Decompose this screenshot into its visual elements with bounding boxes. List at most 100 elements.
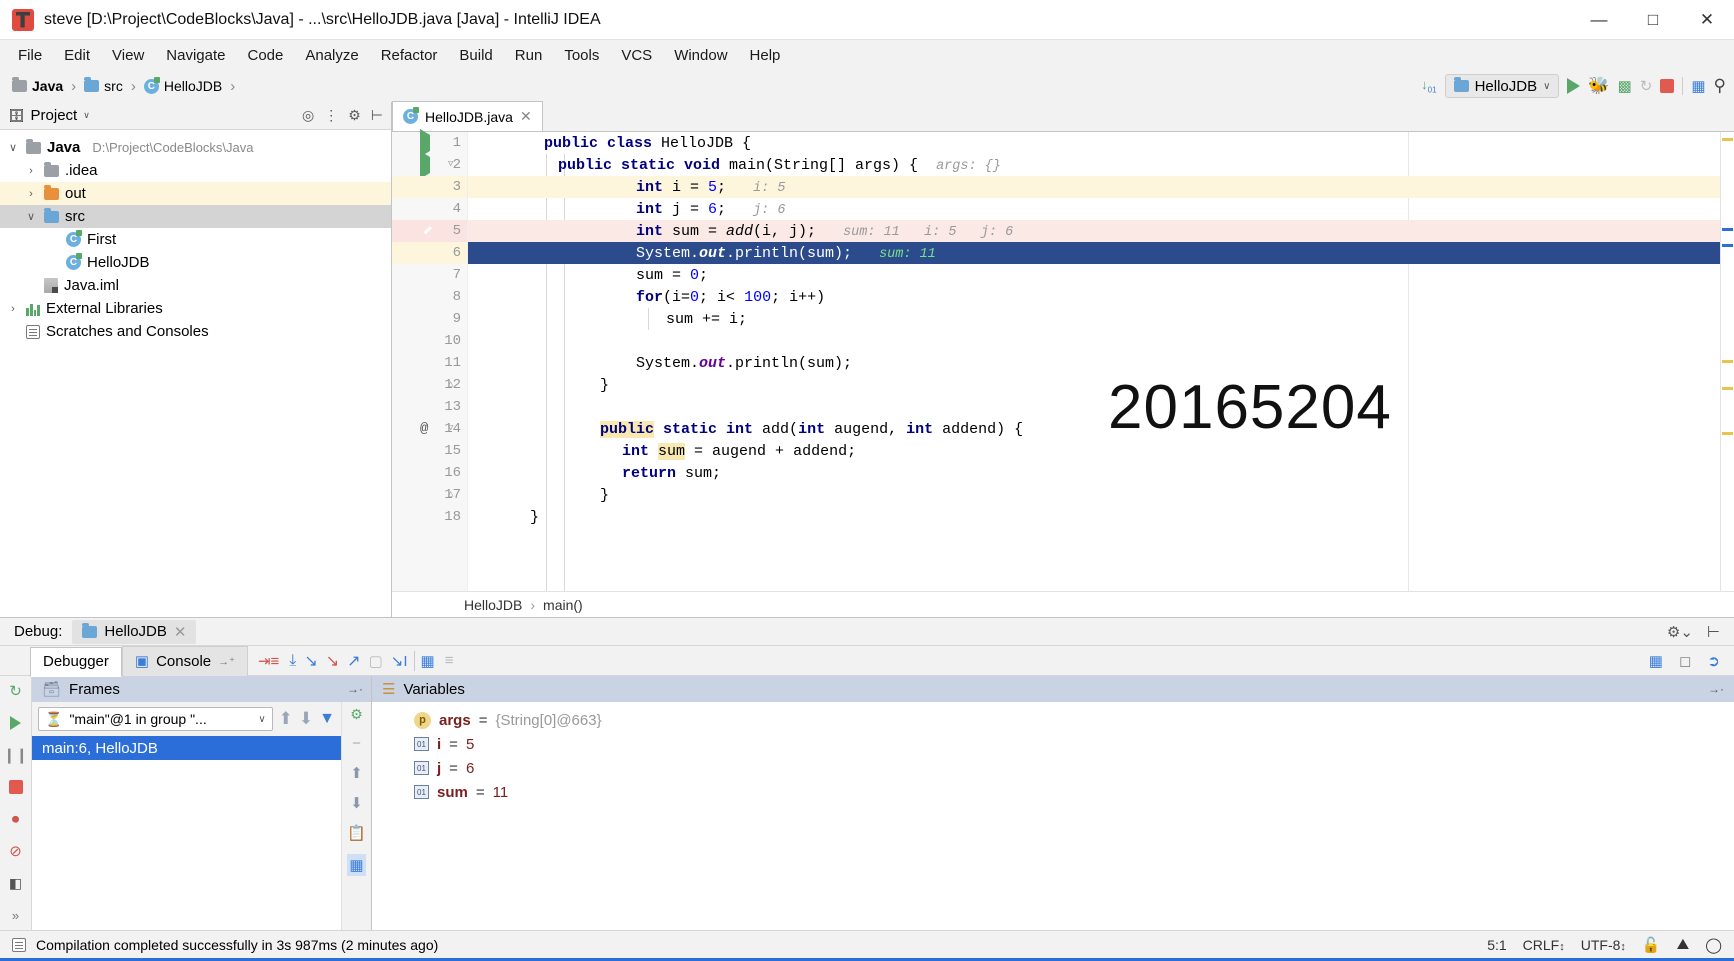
hide-icon[interactable]: ⊢	[371, 107, 383, 124]
gutter-line[interactable]: 3	[392, 176, 467, 198]
error-stripe-bar[interactable]	[1720, 132, 1734, 591]
close-icon[interactable]: ✕	[520, 108, 532, 125]
editor-tab-hellojdb[interactable]: C HelloJDB.java ✕	[392, 101, 543, 131]
event-log-icon[interactable]	[12, 937, 26, 952]
stripe-warning-mark[interactable]	[1722, 432, 1733, 435]
force-step-into-icon[interactable]: ↘	[326, 651, 339, 671]
maximize-button[interactable]: □	[1626, 0, 1680, 40]
gutter-line[interactable]: 6	[392, 242, 467, 264]
frame-row[interactable]: main:6, HelloJDB	[32, 736, 341, 760]
code-text-area[interactable]: public class HelloJDB { public static vo…	[468, 132, 1720, 591]
run-coverage-icon[interactable]: ▩	[1618, 77, 1632, 95]
pin-icon[interactable]: →·	[347, 682, 371, 696]
frame-up-icon[interactable]: ⬆	[279, 709, 293, 729]
customize-threads-icon[interactable]: ⚙	[350, 706, 363, 723]
breadcrumb-method[interactable]: main()	[543, 597, 583, 613]
menu-refactor[interactable]: Refactor	[371, 43, 448, 68]
code-line-12[interactable]: }	[468, 374, 1720, 396]
code-line-4[interactable]: int j = 6; j: 6	[468, 198, 1720, 220]
up-icon[interactable]: ⬆	[350, 764, 363, 782]
breadcrumb-src[interactable]: src	[80, 76, 127, 96]
code-line-5[interactable]: int sum = add(i, j); sum: 11 i: 5 j: 6	[468, 220, 1720, 242]
code-line-7[interactable]: sum = 0;	[468, 264, 1720, 286]
gutter-line[interactable]: 13	[392, 396, 467, 418]
resume-icon[interactable]	[5, 714, 27, 732]
menu-file[interactable]: File	[8, 43, 52, 68]
variable-row-sum[interactable]: 01 sum = 11	[372, 780, 1734, 804]
menu-help[interactable]: Help	[740, 43, 791, 68]
code-line-14[interactable]: public static int add(int augend, int ad…	[468, 418, 1720, 440]
code-line-2[interactable]: public static void main(String[] args) {…	[468, 154, 1720, 176]
fold-up-icon[interactable]: △	[448, 489, 460, 501]
tree-item-external-libraries[interactable]: › External Libraries	[0, 297, 391, 320]
menu-view[interactable]: View	[102, 43, 154, 68]
gutter-line[interactable]: 16	[392, 462, 467, 484]
gutter-line[interactable]: △ 12	[392, 374, 467, 396]
stop-icon[interactable]	[5, 778, 27, 796]
sort-numeric-icon[interactable]: ↓01	[1421, 77, 1436, 95]
editor-gutter[interactable]: 1 ▽ 2 3 4 5 6 7 8 9 10 11 △ 12 13 @ ▽ 14 15 …	[392, 129, 468, 591]
run-configuration-selector[interactable]: HelloJDB ∨	[1444, 74, 1560, 98]
menu-vcs[interactable]: VCS	[611, 43, 662, 68]
down-icon[interactable]: ⬇	[350, 794, 363, 812]
menu-build[interactable]: Build	[449, 43, 502, 68]
gutter-line[interactable]: 5	[392, 220, 467, 242]
caret-position[interactable]: 5:1	[1487, 937, 1506, 953]
fold-minus-icon[interactable]: ▽	[448, 159, 460, 171]
code-line-9[interactable]: sum += i;	[468, 308, 1720, 330]
lock-icon[interactable]: 🔓	[1642, 936, 1661, 954]
run-icon[interactable]	[420, 151, 430, 179]
variable-row-i[interactable]: 01 i = 5	[372, 732, 1734, 756]
twisty-icon[interactable]: ∨	[24, 210, 38, 223]
view-breakpoints-icon[interactable]: ⏺	[5, 810, 27, 828]
stripe-warning-mark[interactable]	[1722, 387, 1733, 390]
hide-icon[interactable]: →·	[1708, 682, 1734, 696]
step-out-icon[interactable]: ↗	[347, 651, 360, 671]
tree-item-idea[interactable]: › .idea	[0, 159, 391, 182]
collapse-all-icon[interactable]: ⋮	[324, 107, 338, 124]
gutter-line[interactable]: 15	[392, 440, 467, 462]
close-icon[interactable]: ✕	[174, 623, 187, 641]
settings-icon[interactable]: ▦	[347, 854, 366, 876]
gutter-line[interactable]: △ 17	[392, 484, 467, 506]
gutter-line[interactable]: 18	[392, 506, 467, 528]
gutter-line[interactable]: 9	[392, 308, 467, 330]
code-line-15[interactable]: int sum = augend + addend;	[468, 440, 1720, 462]
stop-icon[interactable]	[1660, 79, 1675, 93]
help-icon[interactable]: ➲	[1707, 652, 1720, 670]
debug-session-tab[interactable]: HelloJDB ✕	[72, 619, 197, 644]
code-line-3[interactable]: int i = 5; i: 5	[468, 176, 1720, 198]
step-into-icon[interactable]: ↘	[304, 651, 317, 671]
code-line-18[interactable]: }	[468, 506, 1720, 528]
expand-more-icon[interactable]: »	[5, 906, 27, 924]
tree-item-src[interactable]: ∨ src	[0, 205, 391, 228]
pin-icon[interactable]: →⁺	[218, 655, 235, 668]
chevron-down-icon[interactable]: ∨	[83, 110, 90, 121]
locate-icon[interactable]: ◎	[302, 107, 314, 124]
gutter-line[interactable]: ▽ 2	[392, 151, 467, 179]
close-button[interactable]: ✕	[1680, 0, 1734, 40]
stripe-caret-mark[interactable]	[1722, 228, 1733, 231]
search-icon[interactable]: ⚲	[1714, 76, 1726, 96]
run-icon[interactable]	[1567, 78, 1581, 94]
tree-item-java[interactable]: ∨ Java D:\Project\CodeBlocks\Java	[0, 136, 391, 159]
menu-navigate[interactable]: Navigate	[156, 43, 235, 68]
code-line-16[interactable]: return sum;	[468, 462, 1720, 484]
debug-icon[interactable]: 🐝	[1588, 76, 1609, 96]
hide-icon[interactable]: ⊢	[1707, 623, 1720, 641]
menu-tools[interactable]: Tools	[554, 43, 609, 68]
rerun-icon[interactable]: ↻	[5, 682, 27, 700]
gutter-line[interactable]: 8	[392, 286, 467, 308]
fold-up-icon[interactable]: △	[448, 379, 460, 391]
twisty-icon[interactable]: ›	[24, 188, 38, 200]
fold-down-icon[interactable]: ▽	[448, 423, 460, 435]
encoding[interactable]: UTF-8↕	[1581, 937, 1626, 953]
frame-down-icon[interactable]: ⬇	[299, 709, 313, 729]
code-line-17[interactable]: }	[468, 484, 1720, 506]
gutter-line[interactable]: 11	[392, 352, 467, 374]
tree-item-first[interactable]: C First	[0, 228, 391, 251]
code-line-6-current[interactable]: System.out.println(sum); sum: 11	[468, 242, 1720, 264]
code-line-11[interactable]: System.out.println(sum);	[468, 352, 1720, 374]
settings-icon[interactable]: ◧	[5, 874, 27, 892]
menu-run[interactable]: Run	[505, 43, 553, 68]
